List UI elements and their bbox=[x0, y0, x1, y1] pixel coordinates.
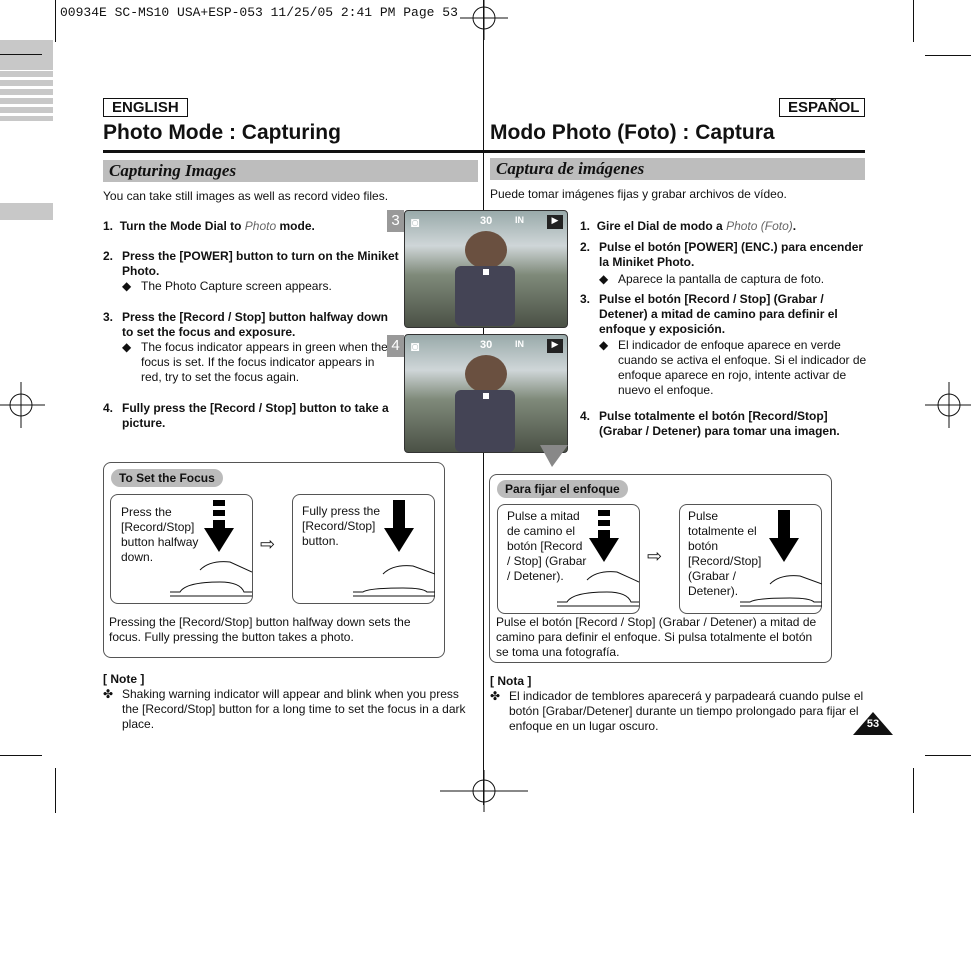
half-press-arrow-icon bbox=[589, 510, 619, 562]
crop-mark bbox=[55, 768, 56, 813]
side-tab-stripes bbox=[0, 71, 53, 121]
step-3-es: 3. Pulse el botón [Record / Stop] (Grabar… bbox=[580, 292, 867, 397]
step-2-en: 2. Press the [POWER] button to turn on th… bbox=[103, 249, 399, 293]
shot-count: 30 bbox=[480, 339, 493, 351]
shot-count: 30 bbox=[480, 215, 493, 227]
intro-es: Puede tomar imágenes fijas y grabar arch… bbox=[490, 187, 787, 201]
section-heading-en: Capturing Images bbox=[103, 160, 478, 182]
play-icon: ▶ bbox=[547, 339, 563, 353]
bullet-icon: ◆ bbox=[599, 272, 609, 286]
crop-mark bbox=[925, 755, 971, 756]
side-tab bbox=[0, 40, 53, 70]
step-1-es: 1. Gire el Dial de modo a Photo (Foto). bbox=[580, 219, 797, 233]
note-icon: ✤ bbox=[103, 687, 114, 701]
full-press-text: Fully press the [Record/Stop] button. bbox=[302, 504, 381, 548]
crop-mark bbox=[0, 755, 42, 756]
photo-subject bbox=[465, 231, 507, 269]
full-press-arrow-icon bbox=[769, 510, 799, 562]
print-slug: 00934E SC-MS10 USA+ESP-053 11/25/05 2:41… bbox=[60, 5, 458, 20]
focus-point bbox=[483, 393, 489, 399]
camera-icon: ◙ bbox=[411, 214, 420, 230]
registration-mark bbox=[460, 0, 508, 40]
memory-indicator: IN bbox=[515, 215, 524, 225]
camera-screen-3: ◙ 30 IN ▶ bbox=[404, 210, 568, 328]
finger-button-illustration bbox=[557, 571, 639, 607]
focus-label-es: Para fijar el enfoque bbox=[497, 480, 628, 498]
half-press-arrow-icon bbox=[204, 500, 234, 552]
registration-mark bbox=[925, 382, 971, 428]
page-title-en: Photo Mode : Capturing bbox=[103, 121, 341, 144]
photo-subject-body bbox=[455, 390, 515, 452]
tab-line bbox=[0, 54, 42, 55]
finger-button-illustration bbox=[740, 575, 822, 607]
step-1-en: 1. Turn the Mode Dial to Photo mode. bbox=[103, 219, 315, 233]
bullet-icon: ◆ bbox=[122, 279, 132, 293]
language-label-en: ENGLISH bbox=[103, 98, 188, 117]
title-rule bbox=[103, 150, 483, 153]
language-label-es: ESPAÑOL bbox=[779, 98, 865, 117]
note-en: ✤ Shaking warning indicator will appear a… bbox=[103, 687, 466, 731]
focus-caption-es: Pulse el botón [Record / Stop] (Grabar /… bbox=[496, 615, 817, 659]
note-es: ✤ El indicador de temblores aparecerá y p… bbox=[490, 689, 864, 733]
note-label-en: [ Note ] bbox=[103, 672, 145, 686]
section-heading-es: Captura de imágenes bbox=[490, 158, 865, 180]
full-press-arrow-icon bbox=[384, 500, 414, 552]
page-number: 53 bbox=[866, 718, 880, 730]
side-tab bbox=[0, 203, 53, 220]
screen-number: 4 bbox=[387, 335, 404, 357]
focus-label-en: To Set the Focus bbox=[111, 469, 223, 487]
registration-mark bbox=[0, 382, 45, 428]
page-title-es: Modo Photo (Foto) : Captura bbox=[490, 121, 775, 144]
bullet-icon: ◆ bbox=[122, 340, 132, 354]
step-3-en: 3. Press the [Record / Stop] button halfw… bbox=[103, 310, 389, 384]
registration-mark bbox=[440, 770, 528, 812]
focus-point bbox=[483, 269, 489, 275]
play-icon: ▶ bbox=[547, 215, 563, 229]
step-4-es: 4. Pulse totalmente el botón [Record/Stop… bbox=[580, 409, 840, 438]
half-press-text: Press the [Record/Stop] button halfway d… bbox=[121, 505, 199, 564]
title-rule bbox=[483, 150, 865, 153]
step-4-en: 4. Fully press the [Record / Stop] button… bbox=[103, 401, 389, 430]
screen-number: 3 bbox=[387, 210, 404, 232]
step-2-es: 2. Pulse el botón [POWER] (ENC.) para enc… bbox=[580, 240, 864, 286]
crop-mark bbox=[913, 0, 914, 42]
memory-indicator: IN bbox=[515, 339, 524, 349]
photo-subject bbox=[465, 355, 507, 393]
focus-caption-en: Pressing the [Record/Stop] button halfwa… bbox=[109, 615, 411, 644]
note-label-es: [ Nota ] bbox=[490, 674, 532, 688]
next-arrow-icon: ⇨ bbox=[647, 546, 663, 566]
note-icon: ✤ bbox=[490, 689, 501, 703]
crop-mark bbox=[925, 55, 971, 56]
intro-en: You can take still images as well as rec… bbox=[103, 189, 389, 203]
crop-mark bbox=[913, 768, 914, 813]
finger-button-illustration bbox=[170, 561, 252, 597]
camera-icon: ◙ bbox=[411, 338, 420, 354]
photo-subject-body bbox=[455, 266, 515, 326]
next-arrow-icon: ⇨ bbox=[260, 534, 276, 554]
crop-mark bbox=[55, 0, 56, 42]
callout-pointer bbox=[540, 445, 568, 467]
bullet-icon: ◆ bbox=[599, 338, 609, 352]
finger-button-illustration bbox=[353, 565, 435, 597]
camera-screen-4: ◙ 30 IN ▶ bbox=[404, 334, 568, 453]
